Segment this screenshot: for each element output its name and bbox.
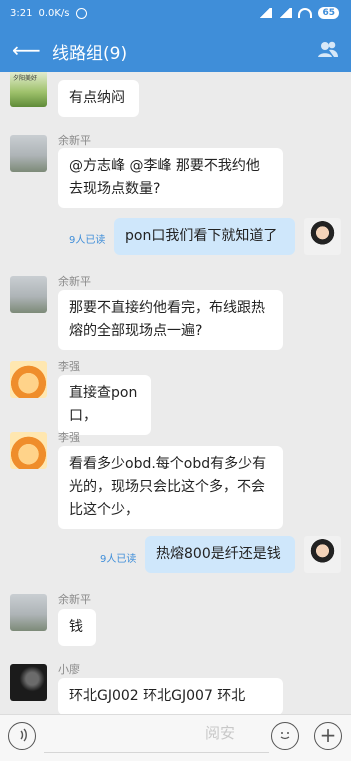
avatar[interactable]: 夕阳美好 — [10, 72, 47, 107]
message-input[interactable] — [44, 752, 269, 753]
message-bubble[interactable]: pon口我们看下就知道了 — [114, 218, 295, 255]
message-bubble[interactable]: 那要不直接约他看完，布线跟热熔的全部现场点一遍? — [58, 290, 283, 350]
avatar[interactable] — [10, 594, 47, 631]
avatar[interactable] — [10, 361, 47, 398]
avatar[interactable] — [304, 536, 341, 573]
message-bubble[interactable]: 钱 — [58, 609, 96, 646]
back-arrow-icon[interactable]: ⟵ — [12, 38, 41, 62]
battery-icon: 65 — [318, 7, 339, 19]
net-speed: 0.0K/s — [38, 8, 70, 19]
avatar-label: 夕阳美好 — [13, 75, 38, 82]
alarm-icon — [75, 8, 87, 19]
sender-name: 余新平 — [58, 134, 91, 147]
message-bubble[interactable]: 有点纳闷 — [58, 80, 139, 117]
message-bubble[interactable]: 直接查pon口， — [58, 375, 151, 435]
sender-name: 李强 — [58, 360, 80, 373]
status-time: 3:21 — [10, 8, 33, 19]
message-bubble[interactable]: 看看多少obd.每个obd有多少有光的，现场只会比这个多，不会比这个少， — [58, 446, 283, 529]
avatar[interactable] — [10, 432, 47, 469]
sender-name: 余新平 — [58, 593, 91, 606]
avatar[interactable] — [10, 135, 47, 172]
input-bar: + — [0, 714, 351, 761]
wifi-icon — [298, 8, 313, 18]
sender-name: 小廖 — [58, 663, 80, 676]
signal-icon — [258, 8, 273, 18]
avatar[interactable] — [304, 218, 341, 255]
avatar[interactable] — [10, 276, 47, 313]
read-count[interactable]: 9人已读 — [69, 231, 105, 246]
message-bubble[interactable]: 环北GJ002 环北GJ007 环北 — [58, 678, 283, 714]
group-members-icon[interactable] — [317, 40, 339, 58]
emoji-icon[interactable] — [271, 722, 299, 750]
nav-bar: ⟵ 线路组(9) — [0, 28, 351, 72]
status-bar: 3:21 0.0K/s 65 — [0, 0, 351, 28]
sender-name: 李强 — [58, 431, 80, 444]
watermark: 阅安 — [205, 724, 236, 742]
signal-icon-2 — [278, 8, 293, 18]
message-bubble[interactable]: 热熔800是纤还是钱 — [145, 536, 295, 573]
sender-name: 余新平 — [58, 275, 91, 288]
message-bubble[interactable]: @方志峰 @李峰 那要不我约他去现场点数量? — [58, 148, 283, 208]
voice-icon[interactable] — [8, 722, 36, 750]
avatar[interactable] — [10, 664, 47, 701]
chat-title: 线路组(9) — [52, 44, 128, 64]
plus-button[interactable]: + — [314, 722, 342, 750]
chat-area[interactable]: 夕阳美好 有点纳闷 余新平 @方志峰 @李峰 那要不我约他去现场点数量? 9人已… — [0, 72, 351, 714]
read-count[interactable]: 9人已读 — [100, 550, 136, 565]
